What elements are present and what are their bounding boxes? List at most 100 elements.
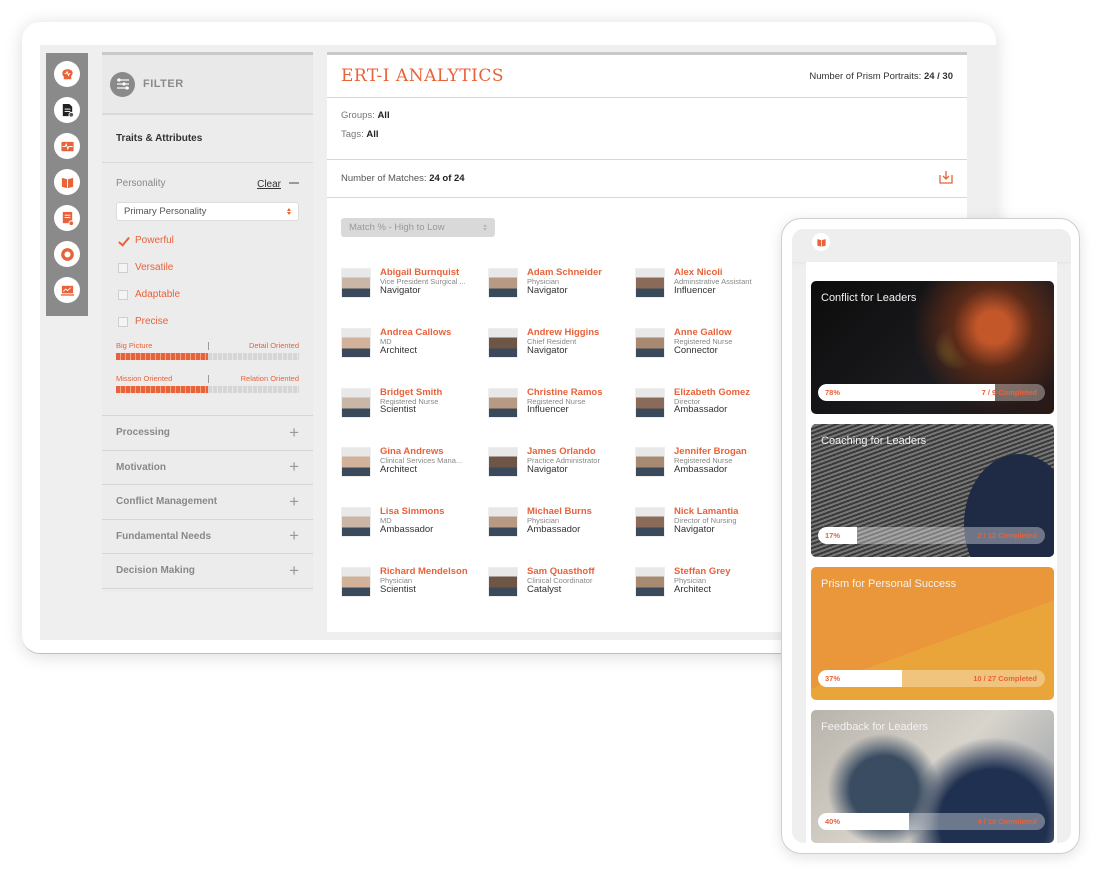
avatar[interactable] bbox=[488, 327, 518, 358]
book-icon[interactable] bbox=[812, 233, 830, 251]
avatar[interactable] bbox=[341, 387, 371, 418]
download-icon[interactable] bbox=[939, 170, 953, 187]
person-card[interactable]: Anne Gallow Registered Nurse Connector bbox=[635, 327, 782, 388]
avatar[interactable] bbox=[488, 268, 518, 298]
avatar[interactable] bbox=[341, 566, 371, 597]
person-name[interactable]: Lisa Simmons bbox=[380, 507, 444, 517]
checkbox-icon[interactable] bbox=[118, 289, 128, 300]
plus-icon[interactable]: + bbox=[289, 561, 299, 581]
ring-icon[interactable] bbox=[54, 241, 80, 267]
person-card[interactable]: Elizabeth Gomez Director Ambassador bbox=[635, 387, 782, 448]
person-card[interactable]: Alex Nicoli Adminstrative Assistant Influe… bbox=[635, 268, 782, 328]
course-card[interactable]: Prism for Personal Success 37% 10 / 27 Co… bbox=[811, 567, 1054, 700]
person-name[interactable]: Andrew Higgins bbox=[527, 327, 599, 338]
course-percent: 37% bbox=[825, 674, 841, 683]
avatar[interactable] bbox=[488, 447, 518, 478]
plus-icon[interactable]: + bbox=[289, 457, 299, 477]
person-card[interactable]: Gina Andrews Clinical Services Mana... Arc… bbox=[341, 447, 488, 507]
avatar[interactable] bbox=[635, 327, 665, 358]
avatar[interactable] bbox=[635, 268, 665, 298]
accordion-conflict-management[interactable]: Conflict Management + bbox=[102, 485, 313, 520]
person-card[interactable]: Jennifer Brogan Registered Nurse Ambassado… bbox=[635, 447, 782, 507]
avatar[interactable] bbox=[635, 387, 665, 418]
person-card[interactable]: Steffan Grey Physician Architect bbox=[635, 567, 782, 627]
person-name[interactable]: Bridget Smith bbox=[380, 387, 442, 398]
avatar[interactable] bbox=[488, 507, 518, 538]
person-name[interactable]: Andrea Callows bbox=[380, 327, 451, 338]
clear-link[interactable]: Clear bbox=[257, 179, 281, 190]
person-name[interactable]: Abigail Burnquist bbox=[380, 268, 466, 278]
person-name[interactable]: Adam Schneider bbox=[527, 268, 602, 278]
person-name[interactable]: Sam Quasthoff bbox=[527, 567, 595, 577]
course-card[interactable]: Feedback for Leaders 40% 4 / 10 Completed bbox=[811, 710, 1054, 843]
checkbox-label: Versatile bbox=[135, 262, 174, 273]
checkbox-precise[interactable]: Precise bbox=[102, 308, 313, 335]
course-percent: 78% bbox=[825, 388, 841, 397]
person-card[interactable]: Michael Burns Physician Ambassador bbox=[488, 507, 635, 567]
person-name[interactable]: Anne Gallow bbox=[674, 327, 732, 338]
avatar[interactable] bbox=[488, 387, 518, 418]
chart-laptop-icon[interactable] bbox=[54, 277, 80, 303]
accordion-decision-making[interactable]: Decision Making + bbox=[102, 554, 313, 589]
person-card[interactable]: Adam Schneider Physician Navigator bbox=[488, 268, 635, 328]
accordion-motivation[interactable]: Motivation + bbox=[102, 451, 313, 485]
slider-right-label: Detail Oriented bbox=[248, 341, 299, 350]
person-card[interactable]: Bridget Smith Registered Nurse Scientist bbox=[341, 387, 488, 448]
slider-mission[interactable]: Mission Oriented Relation Oriented bbox=[102, 374, 313, 393]
avatar[interactable] bbox=[488, 566, 518, 597]
accordion-processing[interactable]: Processing + bbox=[102, 416, 313, 451]
checkbox-versatile[interactable]: Versatile bbox=[102, 254, 313, 281]
person-name[interactable]: Jennifer Brogan bbox=[674, 447, 747, 457]
person-type: Scientist bbox=[380, 404, 416, 416]
checkbox-powerful[interactable]: Powerful bbox=[102, 227, 313, 254]
select-arrows-icon bbox=[483, 224, 487, 231]
person-name[interactable]: Gina Andrews bbox=[380, 447, 462, 457]
person-name[interactable]: Alex Nicoli bbox=[674, 268, 752, 278]
collapse-icon[interactable] bbox=[289, 181, 299, 184]
plus-icon[interactable]: + bbox=[289, 526, 299, 546]
avatar[interactable] bbox=[341, 268, 371, 298]
person-card[interactable]: Christine Ramos Registered Nurse Influence… bbox=[488, 387, 635, 448]
plus-icon[interactable]: + bbox=[289, 492, 299, 512]
person-name[interactable]: Nick Lamantia bbox=[674, 507, 738, 517]
checkbox-checked-icon[interactable] bbox=[118, 236, 128, 246]
person-name[interactable]: Steffan Grey bbox=[674, 567, 731, 577]
course-card[interactable]: Conflict for Leaders 78% 7 / 9 Completed bbox=[811, 281, 1054, 414]
certificate-icon[interactable] bbox=[54, 205, 80, 231]
plus-icon[interactable]: + bbox=[289, 423, 299, 443]
accordion-fundamental-needs[interactable]: Fundamental Needs + bbox=[102, 520, 313, 554]
course-list: Conflict for Leaders 78% 7 / 9 Completed … bbox=[806, 262, 1057, 843]
person-card[interactable]: Nick Lamantia Director of Nursing Navigato… bbox=[635, 507, 782, 567]
person-name[interactable]: Michael Burns bbox=[527, 507, 592, 517]
checkbox-adaptable[interactable]: Adaptable bbox=[102, 281, 313, 308]
person-name[interactable]: Elizabeth Gomez bbox=[674, 387, 750, 398]
avatar[interactable] bbox=[635, 507, 665, 538]
course-completed: 2 / 12 Completed bbox=[977, 531, 1037, 540]
person-card[interactable]: Lisa Simmons MD Ambassador bbox=[341, 507, 488, 567]
avatar[interactable] bbox=[635, 447, 665, 478]
avatar[interactable] bbox=[341, 447, 371, 478]
checkbox-icon[interactable] bbox=[118, 316, 128, 327]
sort-select[interactable]: Match % - High to Low bbox=[341, 218, 495, 237]
avatar[interactable] bbox=[341, 327, 371, 358]
person-card[interactable]: Abigail Burnquist Vice President Surgical… bbox=[341, 268, 488, 328]
person-card[interactable]: Sam Quasthoff Clinical Coordinator Catalys… bbox=[488, 567, 635, 627]
person-card[interactable]: Andrea Callows MD Architect bbox=[341, 327, 488, 388]
course-card[interactable]: Coaching for Leaders 17% 2 / 12 Completed bbox=[811, 424, 1054, 557]
slider-big-picture[interactable]: Big Picture Detail Oriented bbox=[102, 341, 313, 360]
document-check-icon[interactable] bbox=[54, 97, 80, 123]
person-card[interactable]: James Orlando Practice Administrator Navig… bbox=[488, 447, 635, 507]
person-card[interactable]: Richard Mendelson Physician Scientist bbox=[341, 567, 488, 627]
book-icon[interactable] bbox=[54, 169, 80, 195]
slider-left-label: Big Picture bbox=[116, 341, 153, 350]
avatar[interactable] bbox=[635, 566, 665, 597]
person-name[interactable]: Richard Mendelson bbox=[380, 567, 468, 577]
person-card[interactable]: Andrew Higgins Chief Resident Navigator bbox=[488, 327, 635, 388]
heartbeat-icon[interactable] bbox=[54, 133, 80, 159]
person-name[interactable]: Christine Ramos bbox=[527, 387, 603, 398]
person-name[interactable]: James Orlando bbox=[527, 447, 600, 457]
checkbox-icon[interactable] bbox=[118, 262, 128, 273]
personality-select[interactable]: Primary Personality bbox=[116, 202, 299, 221]
brain-icon[interactable] bbox=[54, 61, 80, 87]
avatar[interactable] bbox=[341, 507, 371, 538]
